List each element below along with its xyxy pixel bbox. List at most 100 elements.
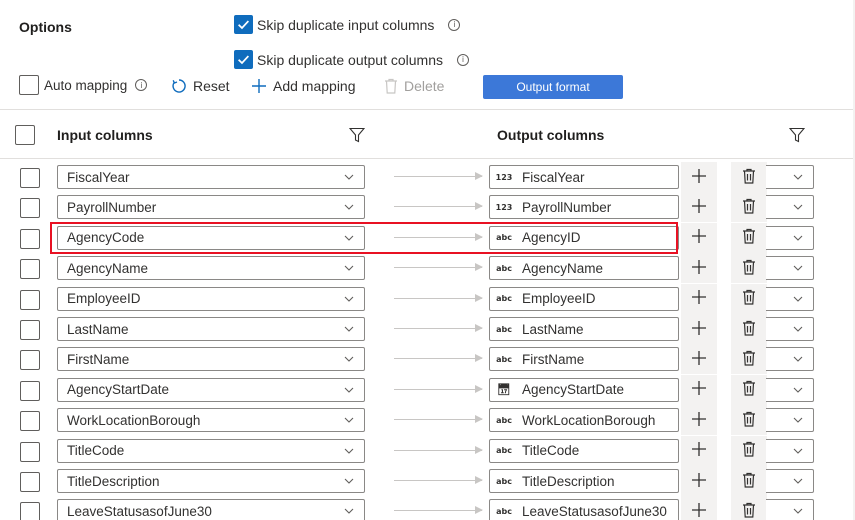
type-abc-icon: abc [496, 506, 512, 516]
add-column-button[interactable] [681, 405, 717, 436]
output-type-dropdown[interactable] [766, 438, 814, 463]
row-checkbox[interactable] [20, 380, 40, 401]
output-column-field[interactable]: abc TitleDescription [489, 469, 679, 493]
info-icon[interactable]: i [135, 79, 148, 91]
row-checkbox[interactable] [20, 228, 40, 249]
output-type-dropdown[interactable] [766, 499, 814, 520]
row-checkbox[interactable] [20, 168, 40, 188]
delete-row-button[interactable] [731, 283, 767, 314]
row-checkbox[interactable] [20, 320, 40, 340]
input-column-select[interactable]: PayrollNumber [57, 195, 365, 220]
row-checkbox[interactable] [20, 411, 40, 432]
output-column-field[interactable]: 123 PayrollNumber [489, 195, 679, 220]
delete-row-button[interactable] [731, 496, 767, 520]
add-column-button[interactable] [681, 374, 717, 405]
delete-row-button[interactable] [731, 222, 767, 253]
input-column-select[interactable]: TitleDescription [57, 469, 365, 493]
add-column-button[interactable] [681, 222, 717, 253]
input-column-select[interactable]: AgencyName [57, 256, 365, 281]
output-type-dropdown[interactable] [766, 408, 814, 433]
row-checkbox[interactable] [20, 472, 40, 492]
output-type-dropdown[interactable] [766, 377, 814, 402]
input-column-select[interactable]: FiscalYear [57, 165, 365, 189]
add-column-button[interactable] [681, 162, 717, 192]
row-checkbox[interactable] [20, 441, 40, 462]
input-column-select[interactable]: EmployeeID [57, 286, 365, 311]
row-checkbox[interactable] [20, 350, 40, 371]
add-column-button[interactable] [681, 496, 717, 520]
output-format-button[interactable]: Output format [483, 75, 623, 99]
output-column-field[interactable]: abc LeaveStatusasofJune30 [489, 499, 679, 520]
output-column-field[interactable]: 📅︎ AgencyStartDate [489, 377, 679, 402]
arrow-head-icon [475, 324, 483, 332]
output-type-dropdown[interactable] [766, 165, 814, 189]
delete-row-button[interactable] [731, 405, 767, 436]
output-type-dropdown[interactable] [766, 347, 814, 372]
delete-button[interactable]: Delete [384, 78, 444, 94]
filter-icon[interactable] [788, 127, 806, 146]
auto-mapping-checkbox[interactable] [19, 75, 39, 95]
reset-button[interactable]: Reset [171, 78, 230, 94]
delete-row-button[interactable] [731, 192, 767, 223]
add-column-button[interactable] [681, 253, 717, 284]
output-type-dropdown[interactable] [766, 317, 814, 341]
skip-duplicate-input-checkbox[interactable] [234, 15, 253, 34]
output-column-field[interactable]: abc EmployeeID [489, 286, 679, 311]
input-column-select[interactable]: FirstName [57, 347, 365, 372]
delete-row-button[interactable] [731, 344, 767, 375]
input-column-select[interactable]: AgencyStartDate [57, 377, 365, 402]
add-mapping-button[interactable]: Add mapping [251, 78, 356, 94]
row-checkbox[interactable] [20, 289, 40, 310]
skip-duplicate-output-option[interactable]: Skip duplicate output columns i [234, 50, 469, 69]
delete-row-button[interactable] [731, 435, 767, 466]
type-abc-icon: abc [496, 294, 512, 304]
output-type-dropdown[interactable] [766, 286, 814, 311]
output-column-field[interactable]: abc WorkLocationBorough [489, 408, 679, 433]
input-column-select[interactable]: LastName [57, 317, 365, 341]
info-icon[interactable]: i [448, 18, 461, 31]
output-type-dropdown[interactable] [766, 195, 814, 220]
plus-icon [691, 502, 707, 520]
type-123-icon: 123 [495, 202, 513, 212]
add-column-button[interactable] [681, 314, 717, 344]
delete-row-button[interactable] [731, 253, 767, 284]
type-abc-icon: abc [496, 324, 512, 334]
output-column-value: FiscalYear [522, 169, 585, 185]
delete-row-button[interactable] [731, 466, 767, 496]
auto-mapping-option[interactable]: Auto mapping i [19, 75, 148, 95]
plus-icon [691, 198, 707, 217]
input-column-select[interactable]: WorkLocationBorough [57, 408, 365, 433]
output-type-dropdown[interactable] [766, 225, 814, 250]
row-checkbox[interactable] [20, 502, 40, 520]
add-column-button[interactable] [681, 466, 717, 496]
output-column-field[interactable]: 123 FiscalYear [489, 165, 679, 189]
skip-duplicate-output-checkbox[interactable] [234, 50, 253, 69]
trash-icon [742, 472, 756, 491]
delete-row-button[interactable] [731, 374, 767, 405]
delete-row-button[interactable] [731, 314, 767, 344]
reset-label: Reset [193, 78, 230, 94]
add-column-button[interactable] [681, 435, 717, 466]
info-icon[interactable]: i [457, 53, 469, 66]
output-column-field[interactable]: abc TitleCode [489, 438, 679, 463]
select-all-checkbox[interactable] [15, 125, 35, 145]
input-column-select[interactable]: LeaveStatusasofJune30 [57, 499, 365, 520]
filter-icon[interactable] [348, 127, 366, 146]
row-checkbox[interactable] [20, 198, 40, 219]
mapping-arrow [394, 480, 482, 481]
skip-duplicate-input-option[interactable]: Skip duplicate input columns i [234, 15, 461, 34]
divider [0, 158, 855, 159]
output-type-dropdown[interactable] [766, 469, 814, 493]
row-checkbox[interactable] [20, 259, 40, 280]
output-column-field[interactable]: abc AgencyName [489, 256, 679, 281]
add-column-button[interactable] [681, 344, 717, 375]
input-column-select[interactable]: TitleCode [57, 438, 365, 463]
plus-icon [691, 380, 707, 399]
add-column-button[interactable] [681, 283, 717, 314]
add-column-button[interactable] [681, 192, 717, 223]
delete-row-button[interactable] [731, 162, 767, 192]
output-type-dropdown[interactable] [766, 256, 814, 281]
output-column-field[interactable]: abc FirstName [489, 347, 679, 372]
output-column-field[interactable]: abc LastName [489, 317, 679, 341]
arrow-head-icon [475, 354, 483, 363]
